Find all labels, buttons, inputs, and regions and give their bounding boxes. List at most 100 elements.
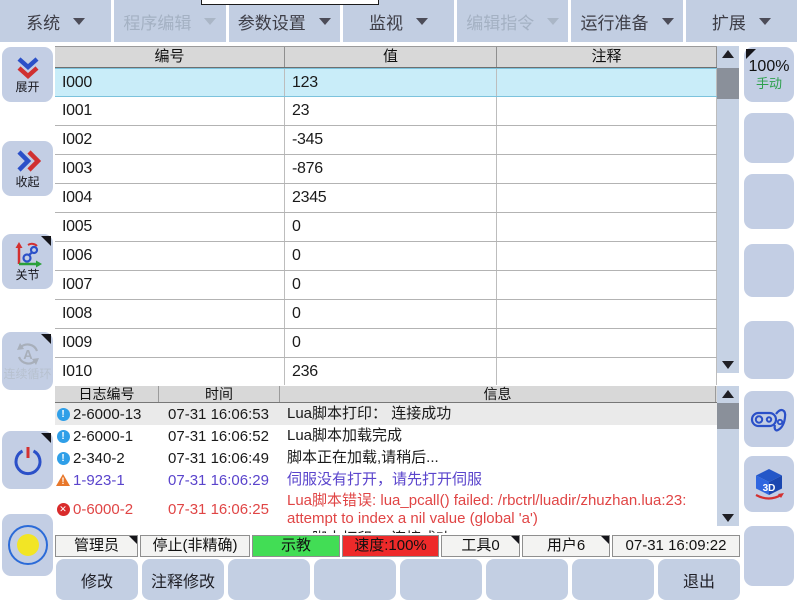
variable-table-scrollbar[interactable] xyxy=(717,46,739,373)
log-code: 2-6000-13 xyxy=(71,531,158,534)
cell-number: I005 xyxy=(55,213,285,241)
scroll-up-button[interactable] xyxy=(717,386,739,402)
col-header-message: 信息 xyxy=(280,386,716,402)
cell-comment xyxy=(497,184,717,212)
yellow-dot-icon xyxy=(17,534,39,556)
log-row[interactable]: ✕ 0-6000-2 07-31 16:06:25 Lua脚本错误: lua_p… xyxy=(55,491,717,528)
menu-extend-label: 扩展 xyxy=(712,9,746,34)
menu-parameter-settings[interactable]: 参数设置 xyxy=(229,0,340,42)
double-chevron-right-icon xyxy=(15,149,41,175)
table-row[interactable]: I009 0 xyxy=(55,329,717,358)
servo-power-button[interactable] xyxy=(2,431,53,489)
log-code: 0-6000-2 xyxy=(71,501,158,518)
deadman-indicator-button[interactable] xyxy=(2,514,53,576)
scrollbar-thumb[interactable] xyxy=(717,68,739,99)
status-user-frame[interactable]: 用户6 xyxy=(522,535,610,557)
gamepad-icon xyxy=(750,404,788,434)
fkey-empty-7[interactable] xyxy=(572,559,654,600)
menu-run-prepare-label: 运行准备 xyxy=(581,9,649,34)
triangle-down-icon xyxy=(722,361,734,369)
collapse-button[interactable]: 收起 xyxy=(2,141,53,196)
menu-run-prepare[interactable]: 运行准备 xyxy=(571,0,682,42)
joint-label: 关节 xyxy=(15,269,39,282)
cell-value: 2345 xyxy=(285,184,497,212)
log-row[interactable]: ! 2-6000-13 07-31 16:06:53 Lua脚本打印： 连接成功 xyxy=(55,403,717,425)
log-scrollbar[interactable] xyxy=(717,386,739,526)
status-speed[interactable]: 速度:100% xyxy=(342,535,439,557)
cell-value: -345 xyxy=(285,126,497,154)
log-time: 07-31 16:06:52 xyxy=(158,428,279,445)
fkey-empty-5[interactable] xyxy=(400,559,482,600)
log-message: Lua脚本打印： 连接成功 xyxy=(279,405,717,423)
log-code: 2-6000-13 xyxy=(71,406,158,423)
right-toolbar-empty-1[interactable] xyxy=(744,113,794,163)
gamepad-button[interactable] xyxy=(744,391,794,447)
status-user-role[interactable]: 管理员 xyxy=(55,535,138,557)
continuous-cycle-label: 连续循环 xyxy=(3,368,51,381)
right-toolbar-empty-3[interactable] xyxy=(744,244,794,297)
fkey-empty-6[interactable] xyxy=(486,559,568,600)
log-row[interactable]: ! 2-340-2 07-31 16:06:49 脚本正在加载,请稍后... xyxy=(55,447,717,469)
menu-system-label: 系统 xyxy=(26,9,60,34)
table-row[interactable]: I003 -876 xyxy=(55,155,717,184)
fkey-empty-3[interactable] xyxy=(228,559,310,600)
cell-comment xyxy=(497,155,717,183)
table-row[interactable]: I008 0 xyxy=(55,300,717,329)
menu-program-edit[interactable]: 程序编辑 xyxy=(114,0,225,42)
table-row[interactable]: I006 0 xyxy=(55,242,717,271)
chevron-down-icon xyxy=(416,18,428,25)
comment-modify-button[interactable]: 注释修改 xyxy=(142,559,224,600)
continuous-cycle-button[interactable]: A 连续循环 xyxy=(2,332,53,390)
menu-extend[interactable]: 扩展 xyxy=(686,0,797,42)
cell-value: -876 xyxy=(285,155,497,183)
menu-monitor[interactable]: 监视 xyxy=(343,0,454,42)
triangle-down-icon xyxy=(722,514,734,522)
right-toolbar-empty-2[interactable] xyxy=(744,174,794,229)
table-row[interactable]: I001 23 xyxy=(55,97,717,126)
speed-mode-button[interactable]: 100% 手动 xyxy=(744,47,794,102)
fkey-empty-4[interactable] xyxy=(314,559,396,600)
cell-comment xyxy=(497,213,717,241)
cell-number: I001 xyxy=(55,97,285,125)
col-header-comment: 注释 xyxy=(497,47,717,67)
menu-system[interactable]: 系统 xyxy=(0,0,111,42)
exit-button[interactable]: 退出 xyxy=(658,559,740,600)
table-row[interactable]: I010 236 xyxy=(55,358,717,385)
table-row[interactable]: I007 0 xyxy=(55,271,717,300)
menu-monitor-label: 监视 xyxy=(369,9,403,34)
table-row[interactable]: I004 2345 xyxy=(55,184,717,213)
right-toolbar-empty-5[interactable] xyxy=(744,526,794,586)
triangle-up-icon xyxy=(722,390,734,398)
menu-edit-command[interactable]: 编辑指令 xyxy=(457,0,568,42)
right-toolbar-empty-4[interactable] xyxy=(744,321,794,379)
log-row[interactable]: ! 2-6000-1 07-31 16:06:52 Lua脚本加载完成 xyxy=(55,425,717,447)
status-tool[interactable]: 工具0 xyxy=(441,535,520,557)
chevron-down-icon xyxy=(204,18,216,25)
cell-number: I000 xyxy=(55,69,285,96)
log-code: 2-6000-1 xyxy=(71,428,158,445)
cell-number: I006 xyxy=(55,242,285,270)
scroll-down-button[interactable] xyxy=(717,357,739,373)
table-row[interactable]: I000 123 xyxy=(55,68,717,97)
expand-button[interactable]: 展开 xyxy=(2,47,53,102)
log-row[interactable]: ! 2-6000-13 07-31 16:06:11 Lua脚本打印： 连接成功 xyxy=(55,528,717,533)
closed-popup-edge xyxy=(201,0,379,5)
cell-number: I002 xyxy=(55,126,285,154)
menu-edit-command-label: 编辑指令 xyxy=(466,9,534,34)
log-row[interactable]: ! 1-923-1 07-31 16:06:29 伺服没有打开，请先打开伺服 xyxy=(55,469,717,491)
table-row[interactable]: I005 0 xyxy=(55,213,717,242)
col-header-time: 时间 xyxy=(159,386,280,402)
joint-coordinate-button[interactable]: 关节 xyxy=(2,234,53,289)
cycle-a-icon: A xyxy=(14,341,42,367)
teach-pendant-screen: 系统 程序编辑 参数设置 监视 编辑指令 运行准备 扩展 xyxy=(0,0,797,602)
modify-button[interactable]: 修改 xyxy=(56,559,138,600)
cell-value: 0 xyxy=(285,271,497,299)
view-3d-button[interactable]: 3D xyxy=(744,456,794,512)
cell-value: 23 xyxy=(285,97,497,125)
table-row[interactable]: I002 -345 xyxy=(55,126,717,155)
log-code: 1-923-1 xyxy=(71,472,158,489)
scroll-up-button[interactable] xyxy=(717,46,739,62)
scroll-down-button[interactable] xyxy=(717,510,739,526)
scrollbar-thumb[interactable] xyxy=(717,403,739,429)
cell-value: 0 xyxy=(285,242,497,270)
